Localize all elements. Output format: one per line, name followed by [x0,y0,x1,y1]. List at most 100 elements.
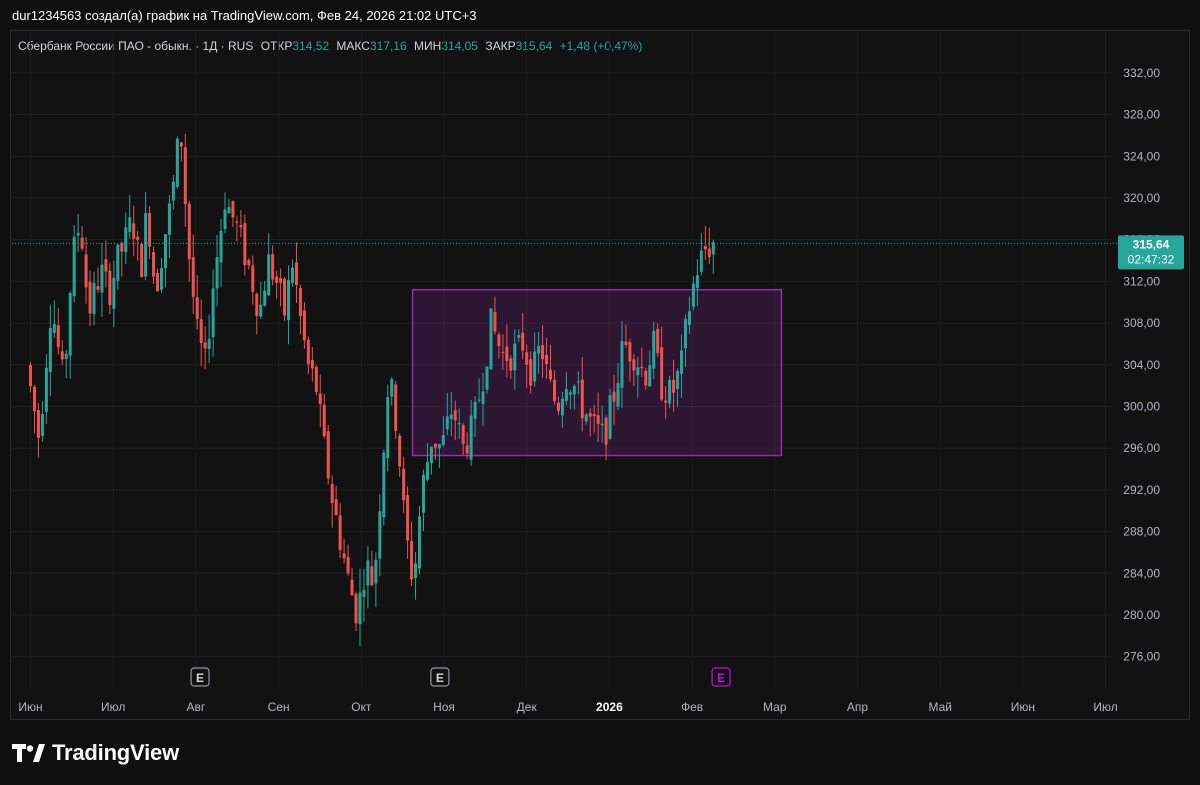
candle-body [433,443,437,448]
candle-body [652,330,656,369]
candle-body [425,461,429,480]
candle-body [501,351,505,353]
candle-body [263,290,267,306]
candle-body [394,384,398,431]
candle-body [259,304,263,317]
candle-body [243,223,247,265]
x-tick-label: Июн [18,700,42,714]
candle-body [628,342,632,362]
candle-body [469,415,473,460]
candle-body [247,260,251,266]
x-tick-label: Май [928,700,952,714]
candle-body [326,431,330,479]
candle-body [418,516,422,569]
candle-body [96,285,100,290]
earnings-marker-label: E [717,671,725,685]
y-tick-label: 312,00 [1123,274,1160,288]
x-tick-label: Июл [1093,700,1117,714]
candle-body [695,275,699,289]
candle-body [707,248,711,257]
candle-body [406,495,410,541]
x-tick-label: Сен [268,700,290,714]
candle-body [699,250,703,272]
earnings-marker-label: E [436,671,444,685]
candle-body [318,393,322,405]
candle-body [298,288,302,317]
y-tick-label: 308,00 [1123,316,1160,330]
candle-body [251,265,255,292]
candle-body [644,370,648,386]
candle-body [437,444,441,449]
y-tick-label: 280,00 [1123,608,1160,622]
time-axis[interactable]: Июн Июл Авг Сен Окт Ноя Дек 2026 Фев Мар Апр Май Июн… [18,700,1117,714]
candle-body [656,328,660,354]
candle-body [68,293,72,356]
candle-body [608,395,612,439]
candle-body [461,424,465,444]
candle-body [255,293,259,316]
candle-body [549,369,553,380]
price-axis[interactable]: 332,00328,00324,00320,00316,00312,00308,… [1123,66,1160,664]
candle-body [156,272,160,292]
range-box-rect [411,288,783,457]
candle-body [497,334,501,347]
candle-body [612,391,616,402]
candle-body [521,332,525,351]
candle-body [148,213,152,247]
candle-body [596,415,600,424]
candle-body [223,209,227,229]
candle-body [338,515,342,551]
x-tick-label: Дек [517,700,538,714]
candle-body [533,351,537,382]
earnings-marker-label: E [196,671,204,685]
candle-body [505,346,509,361]
candle-body [32,386,36,412]
x-tick-label: Апр [847,700,869,714]
candle-body [283,278,287,316]
candle-body [191,257,195,297]
x-tick-label: Мар [763,700,787,714]
candle-body [691,283,695,307]
candle-body [362,589,366,597]
candle-body [140,243,144,278]
candle-body [275,276,279,283]
tradingview-logo: TradingView [12,740,179,766]
candle-body [600,423,604,426]
candle-body [513,343,517,371]
candle-body [525,352,529,365]
candle-body [517,334,521,338]
candle-body [421,474,425,513]
candle-body [366,560,370,586]
candle-body [159,268,163,290]
x-tick-label: Окт [351,700,372,714]
candle-body [108,270,112,306]
earnings-markers: EEE [190,667,731,687]
candle-body [636,367,640,376]
candle-body [664,400,668,403]
candle-body [294,262,298,286]
price-chart[interactable]: 332,00328,00324,00320,00316,00312,00308,… [0,0,1200,720]
candle-body [76,232,80,236]
candle-body [449,414,453,419]
candle-body [40,413,44,436]
candle-body [52,324,56,333]
candle-body [136,236,140,240]
candle-body [175,138,179,187]
x-tick-label: 2026 [596,700,623,714]
candle-body [203,342,207,349]
range-box [411,288,783,457]
brand-name: TradingView [52,740,179,765]
candle-body [568,392,572,395]
candle-body [402,468,406,501]
y-tick-label: 292,00 [1123,483,1160,497]
candle-body [509,358,513,371]
y-tick-label: 320,00 [1123,191,1160,205]
candle-body [56,325,60,348]
y-tick-label: 284,00 [1123,566,1160,580]
candle-body [187,203,191,260]
candle-body [703,246,707,250]
candle-body [92,283,96,315]
candle-body [350,579,354,596]
candle-body [354,593,358,624]
candle-body [271,254,275,280]
